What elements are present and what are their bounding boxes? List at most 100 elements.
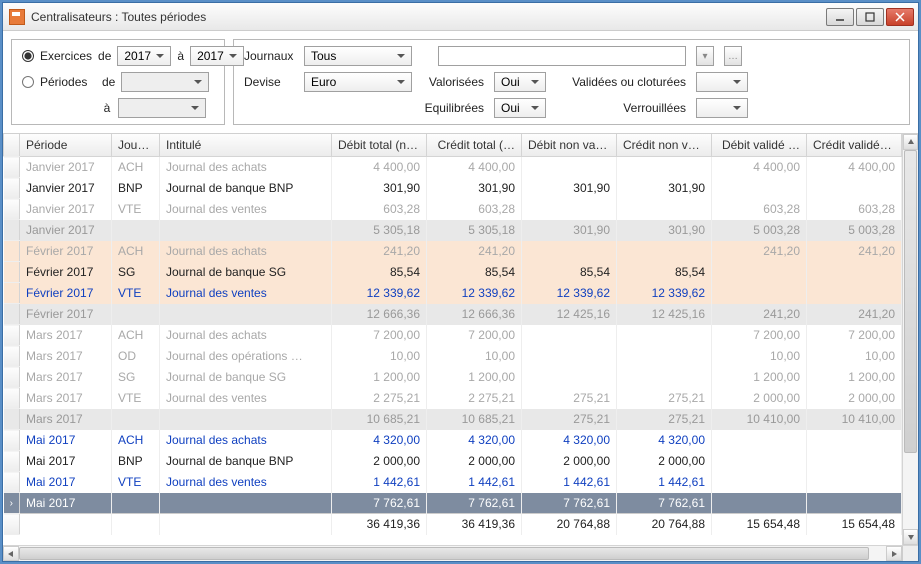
cell-debit-v: 1 200,00 [712, 367, 807, 388]
periodes-radio[interactable] [22, 76, 34, 88]
cell-intitule [160, 493, 332, 514]
close-button[interactable] [886, 8, 914, 26]
periodes-label: Périodes [40, 75, 96, 89]
col-credit-v[interactable]: Crédit validé … [807, 134, 902, 157]
hscroll-track[interactable] [19, 546, 886, 561]
minimize-button[interactable] [826, 8, 854, 26]
year-from-select[interactable]: 2017 [117, 46, 171, 66]
cell-periode: Mars 2017 [20, 409, 112, 430]
table-row[interactable]: Janvier 2017BNPJournal de banque BNP301,… [4, 178, 902, 199]
cell-credit-nv: 275,21 [617, 409, 712, 430]
cell-debit-nv: 7 762,61 [522, 493, 617, 514]
cell-credit-total: 241,20 [427, 241, 522, 262]
cell-debit-total: 241,20 [332, 241, 427, 262]
cell-debit-nv: 12 339,62 [522, 283, 617, 304]
period-to-select[interactable] [118, 98, 206, 118]
cell-jour: VTE [112, 199, 160, 220]
cell-jour: VTE [112, 388, 160, 409]
table-row[interactable]: Mars 2017ACHJournal des achats7 200,007 … [4, 325, 902, 346]
table-row[interactable]: Janvier 2017ACHJournal des achats4 400,0… [4, 157, 902, 178]
grid: Période Jour… Intitulé Débit total (non … [3, 134, 918, 545]
col-periode[interactable]: Période [20, 134, 112, 157]
vscroll-thumb[interactable] [904, 150, 917, 453]
devise-label: Devise [244, 75, 294, 89]
table-row[interactable]: Mai 2017BNPJournal de banque BNP2 000,00… [4, 451, 902, 472]
cell-intitule: Journal des achats [160, 430, 332, 451]
horizontal-scrollbar[interactable] [3, 545, 918, 561]
scroll-right-button[interactable] [886, 546, 902, 561]
table-row[interactable]: Février 2017SGJournal de banque SG85,548… [4, 262, 902, 283]
cell-credit-total: 301,90 [427, 178, 522, 199]
cell-periode: Mai 2017 [20, 493, 112, 514]
cell-debit-nv: 301,90 [522, 220, 617, 241]
valorisees-select[interactable]: Oui [494, 72, 546, 92]
vscroll-track[interactable] [903, 150, 918, 529]
table-row[interactable]: Mai 2017ACHJournal des achats4 320,004 3… [4, 430, 902, 451]
filters-panel: Exercices de 2017 à 2017 Périodes de à J… [3, 31, 918, 133]
journal-dropdown-button[interactable]: ▾ [696, 46, 714, 66]
cell-credit-v [807, 178, 902, 199]
year-to-select[interactable]: 2017 [190, 46, 244, 66]
cell-debit-v [712, 178, 807, 199]
verrouillees-select[interactable] [696, 98, 748, 118]
cell-credit-v: 10 410,00 [807, 409, 902, 430]
scroll-down-button[interactable] [903, 529, 918, 545]
cell-debit-nv [522, 241, 617, 262]
a-label: à [177, 49, 184, 63]
cell-periode: Mars 2017 [20, 325, 112, 346]
table-row[interactable]: Février 201712 666,3612 666,3612 425,161… [4, 304, 902, 325]
journaux-select[interactable]: Tous [304, 46, 412, 66]
equilibrees-select[interactable]: Oui [494, 98, 546, 118]
col-debit-v[interactable]: Débit validé … [712, 134, 807, 157]
table-row[interactable]: Janvier 20175 305,185 305,18301,90301,90… [4, 220, 902, 241]
table-row[interactable]: ›Mai 20177 762,617 762,617 762,617 762,6… [4, 493, 902, 514]
validees-select[interactable] [696, 72, 748, 92]
exercices-radio[interactable] [22, 50, 34, 62]
table-row[interactable]: Mars 201710 685,2110 685,21275,21275,211… [4, 409, 902, 430]
col-intitule[interactable]: Intitulé [160, 134, 332, 157]
col-jour[interactable]: Jour… [112, 134, 160, 157]
cell-debit-nv [522, 157, 617, 178]
row-handle [4, 283, 20, 304]
table-row[interactable]: Février 2017VTEJournal des ventes12 339,… [4, 283, 902, 304]
valorisees-label: Valorisées [422, 75, 484, 89]
cell-debit-total: 4 320,00 [332, 430, 427, 451]
table-row[interactable]: Janvier 2017VTEJournal des ventes603,286… [4, 199, 902, 220]
scroll-up-button[interactable] [903, 134, 918, 150]
table-row[interactable]: Février 2017ACHJournal des achats241,202… [4, 241, 902, 262]
hscroll-thumb[interactable] [19, 547, 869, 560]
cell-periode: Mars 2017 [20, 346, 112, 367]
cell-debit-total: 2 275,21 [332, 388, 427, 409]
col-debit-nv[interactable]: Débit non validé … [522, 134, 617, 157]
vertical-scrollbar[interactable] [902, 134, 918, 545]
cell-credit-total: 5 305,18 [427, 220, 522, 241]
cell-debit-v: 7 200,00 [712, 325, 807, 346]
equilibrees-label: Equilibrées [422, 101, 484, 115]
cell-debit-v: 603,28 [712, 199, 807, 220]
cell-debit-nv: 12 425,16 [522, 304, 617, 325]
cell-intitule: Journal des achats [160, 241, 332, 262]
table-row[interactable]: Mars 2017SGJournal de banque SG1 200,001… [4, 367, 902, 388]
scroll-left-button[interactable] [3, 546, 19, 561]
cell-debit-nv [522, 199, 617, 220]
table-row[interactable]: Mars 2017ODJournal des opérations …10,00… [4, 346, 902, 367]
header-row: Période Jour… Intitulé Débit total (non … [4, 134, 902, 157]
cell-intitule: Journal de banque SG [160, 367, 332, 388]
col-credit-nv[interactable]: Crédit non validé … [617, 134, 712, 157]
col-credit-total[interactable]: Crédit total (… [427, 134, 522, 157]
table-row[interactable]: Mars 2017VTEJournal des ventes2 275,212 … [4, 388, 902, 409]
journal-search-input[interactable] [438, 46, 686, 66]
col-debit-total[interactable]: Débit total (non vali… [332, 134, 427, 157]
period-from-select[interactable] [121, 72, 209, 92]
cell-credit-nv [617, 157, 712, 178]
scroll-corner [902, 546, 918, 561]
cell-credit-nv [617, 199, 712, 220]
maximize-button[interactable] [856, 8, 884, 26]
row-handle [4, 451, 20, 472]
cell-debit-v: 241,20 [712, 304, 807, 325]
journal-more-button[interactable]: … [724, 46, 742, 66]
table-row[interactable]: Mai 2017VTEJournal des ventes1 442,611 4… [4, 472, 902, 493]
devise-select[interactable]: Euro [304, 72, 412, 92]
cell-credit-nv: 1 442,61 [617, 472, 712, 493]
total-cnv: 20 764,88 [617, 514, 712, 535]
